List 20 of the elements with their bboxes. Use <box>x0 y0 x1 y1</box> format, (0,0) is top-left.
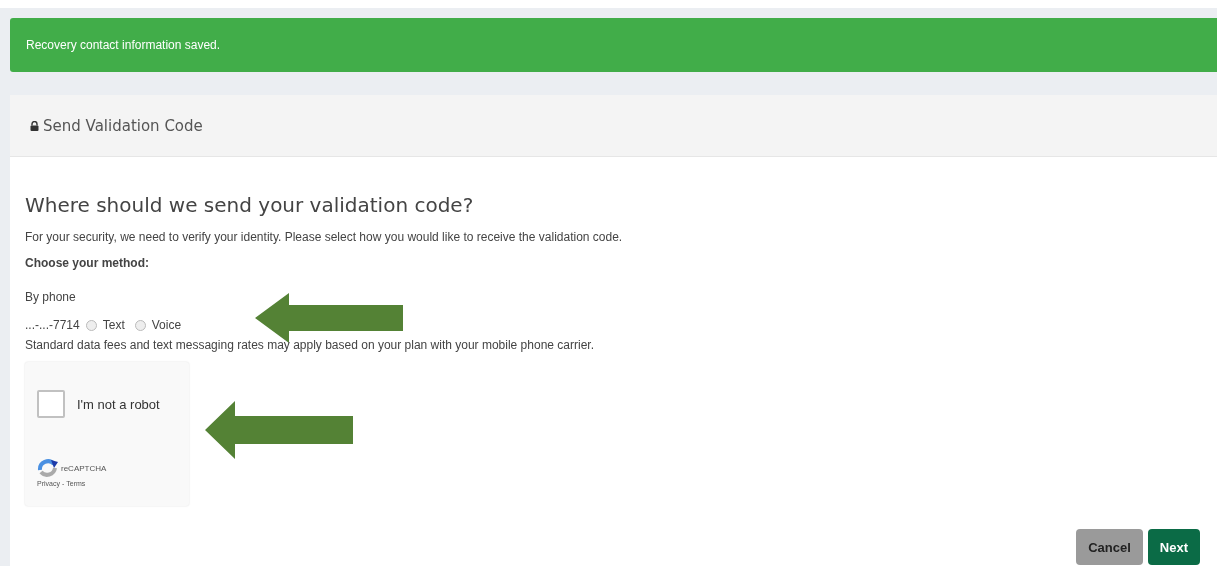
success-alert: Recovery contact information saved. <box>10 18 1217 72</box>
captcha-brand: reCAPTCHA <box>61 463 107 473</box>
radio-option[interactable]: Text <box>85 318 125 332</box>
panel-title: Send Validation Code <box>43 116 203 135</box>
method-label: Choose your method: <box>25 256 150 270</box>
radio-button[interactable] <box>134 319 146 331</box>
intro-text: For your security, we need to verify your identity. Please select how you would like to receive the validation code. <box>25 230 624 244</box>
radio-option[interactable]: Voice <box>134 318 182 332</box>
captcha-checkbox[interactable] <box>37 390 65 418</box>
left-arrow-icon <box>205 401 353 459</box>
refresh-arrows-icon <box>37 458 59 478</box>
lock-icon <box>30 120 39 131</box>
captcha-label: I'm not a robot <box>77 396 160 412</box>
heading: Where should we send your validation code? <box>25 193 475 217</box>
radio-button[interactable] <box>85 319 97 331</box>
phone-label: By phone <box>25 290 77 304</box>
phone-number: ...-...-7714 <box>25 318 80 332</box>
cancel-button[interactable]: Cancel <box>1076 529 1143 565</box>
notice-text: Standard data fees and text messaging rates may apply based on your plan with your mobile phone carrier. <box>25 338 595 352</box>
next-button[interactable]: Next <box>1147 529 1200 565</box>
